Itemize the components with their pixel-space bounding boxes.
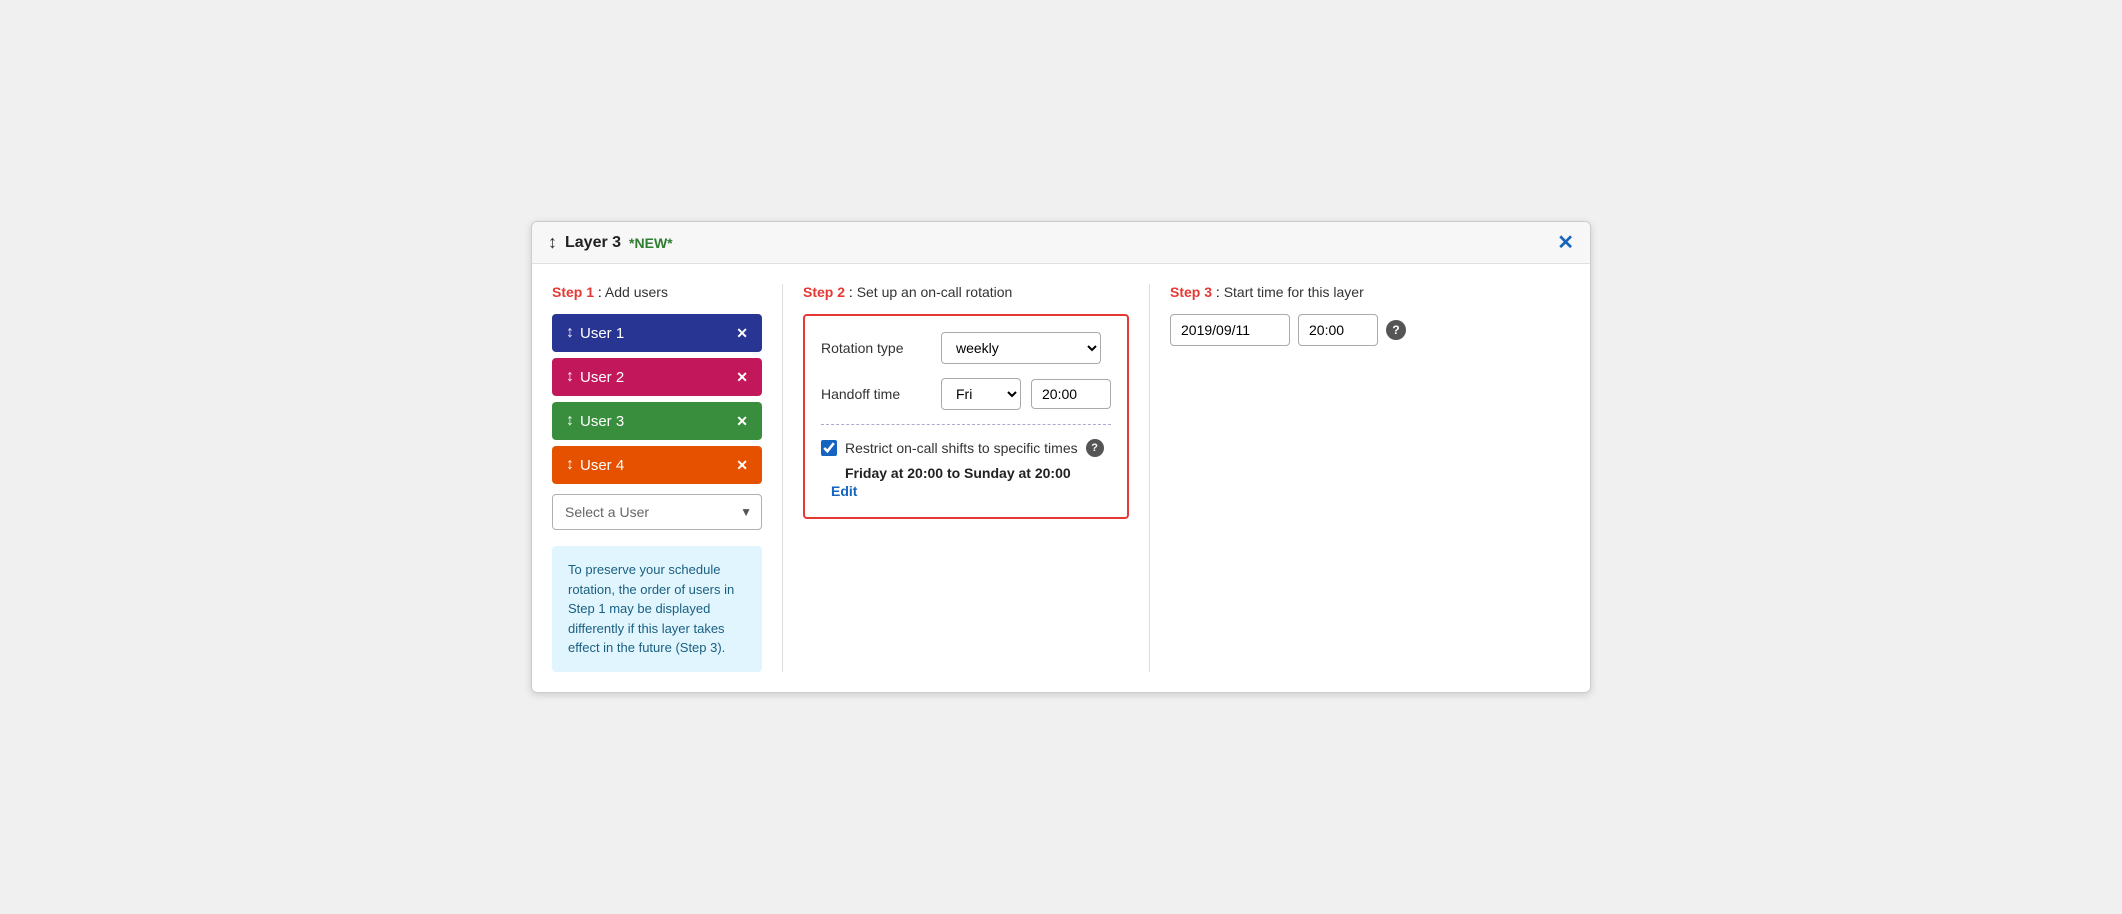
step2-colon: :	[849, 284, 853, 300]
window-title: Layer 3	[565, 234, 621, 252]
drag-icon: ↕	[566, 412, 572, 430]
close-button[interactable]: ✕	[1557, 233, 1574, 253]
layer-window: ↕ Layer 3 *NEW* ✕ Step 1 : Add users ↕ U…	[531, 221, 1591, 693]
handoff-time-row: Handoff time Sun Mon Tue Wed Thu Fri Sat	[821, 378, 1111, 410]
section-divider	[821, 424, 1111, 425]
drag-icon: ↕	[566, 368, 572, 386]
select-user-dropdown[interactable]: Select a User	[552, 494, 762, 530]
step2-box: Rotation type weekly daily custom Handof…	[803, 314, 1129, 519]
step3-colon: :	[1216, 284, 1220, 300]
step1-text: Add users	[605, 284, 668, 300]
step3-label: Step 3 : Start time for this layer	[1170, 284, 1558, 300]
step1-label: Step 1 : Add users	[552, 284, 762, 300]
remove-user-button[interactable]: ✕	[736, 325, 748, 342]
help-icon[interactable]: ?	[1086, 439, 1104, 457]
help-icon[interactable]: ?	[1386, 320, 1406, 340]
remove-user-button[interactable]: ✕	[736, 413, 748, 430]
new-badge: *NEW*	[629, 235, 673, 251]
drag-handle-icon: ↕	[548, 232, 557, 253]
step3-inputs-row: ?	[1170, 314, 1558, 346]
step2-label: Step 2 : Set up an on-call rotation	[803, 284, 1129, 300]
step2-column: Step 2 : Set up an on-call rotation Rota…	[787, 284, 1145, 672]
handoff-time-label: Handoff time	[821, 386, 931, 402]
step2-number: Step 2	[803, 284, 845, 300]
main-content: Step 1 : Add users ↕ User 1 ✕ ↕ User 2	[532, 264, 1590, 692]
start-time-input[interactable]	[1298, 314, 1378, 346]
step1-number: Step 1	[552, 284, 594, 300]
rotation-type-row: Rotation type weekly daily custom	[821, 332, 1111, 364]
restrict-label: Restrict on-call shifts to specific time…	[845, 440, 1078, 456]
start-date-input[interactable]	[1170, 314, 1290, 346]
info-box: To preserve your schedule rotation, the …	[552, 546, 762, 672]
restrict-time-text: Friday at 20:00 to Sunday at 20:00	[845, 465, 1071, 481]
remove-user-button[interactable]: ✕	[736, 369, 748, 386]
step3-text: Start time for this layer	[1224, 284, 1364, 300]
restrict-row: Restrict on-call shifts to specific time…	[821, 439, 1111, 457]
handoff-time-input[interactable]	[1031, 379, 1111, 409]
user-label: User 2	[580, 369, 624, 386]
restrict-time-row: Friday at 20:00 to Sunday at 20:00 Edit	[821, 465, 1111, 501]
divider-1	[782, 284, 783, 672]
user-item[interactable]: ↕ User 3 ✕	[552, 402, 762, 440]
step2-text: Set up an on-call rotation	[857, 284, 1013, 300]
step1-colon: :	[598, 284, 602, 300]
handoff-day-select[interactable]: Sun Mon Tue Wed Thu Fri Sat	[941, 378, 1021, 410]
title-bar: ↕ Layer 3 *NEW* ✕	[532, 222, 1590, 264]
user-label: User 4	[580, 457, 624, 474]
user-item[interactable]: ↕ User 4 ✕	[552, 446, 762, 484]
rotation-type-label: Rotation type	[821, 340, 931, 356]
drag-icon: ↕	[566, 324, 572, 342]
select-user-wrapper: Select a User ▼	[552, 494, 762, 530]
divider-2	[1149, 284, 1150, 672]
restrict-checkbox[interactable]	[821, 440, 837, 456]
step1-column: Step 1 : Add users ↕ User 1 ✕ ↕ User 2	[548, 284, 778, 672]
remove-user-button[interactable]: ✕	[736, 457, 748, 474]
user-item[interactable]: ↕ User 2 ✕	[552, 358, 762, 396]
info-text: To preserve your schedule rotation, the …	[568, 562, 734, 655]
step3-column: Step 3 : Start time for this layer ?	[1154, 284, 1574, 672]
user-label: User 3	[580, 413, 624, 430]
user-list: ↕ User 1 ✕ ↕ User 2 ✕ ↕ User 3	[552, 314, 762, 484]
step3-number: Step 3	[1170, 284, 1212, 300]
user-label: User 1	[580, 325, 624, 342]
drag-icon: ↕	[566, 456, 572, 474]
rotation-type-select[interactable]: weekly daily custom	[941, 332, 1101, 364]
edit-link[interactable]: Edit	[831, 483, 857, 499]
user-item[interactable]: ↕ User 1 ✕	[552, 314, 762, 352]
